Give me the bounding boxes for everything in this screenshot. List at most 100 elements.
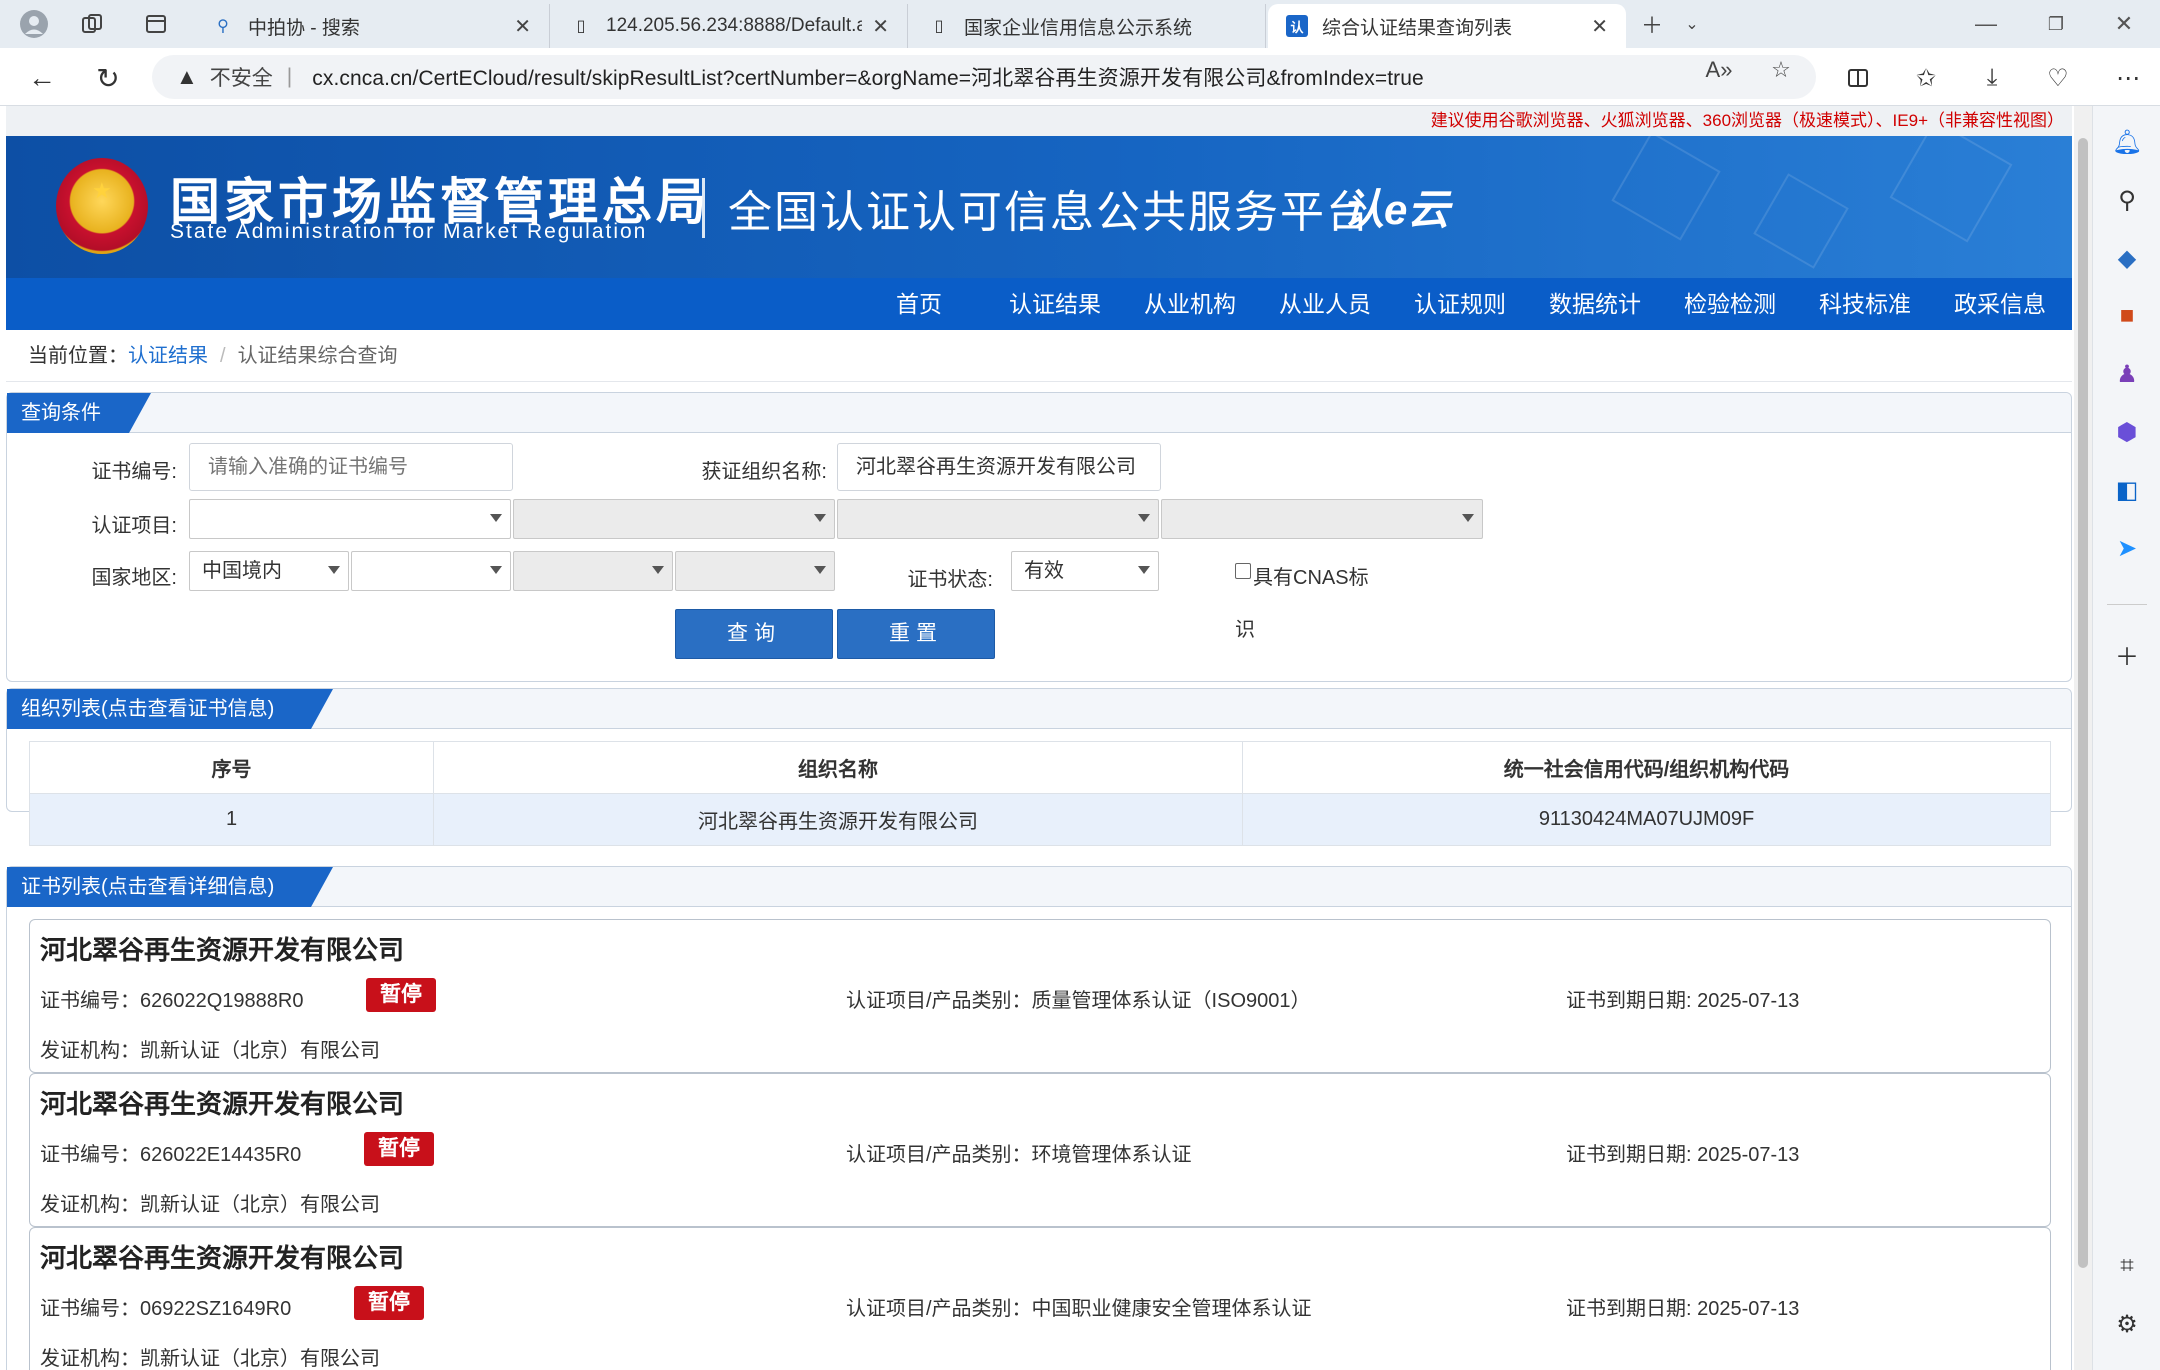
cert-project-label: 认证项目: xyxy=(91,515,177,537)
site-banner: ★ 国家市场监督管理总局 State Administration for Ma… xyxy=(6,136,2072,278)
cert-expiry: 证书到期日期: 2025-07-13 xyxy=(1566,1298,1800,1320)
nav-agencies[interactable]: 从业机构 xyxy=(1135,278,1245,330)
chevron-down-icon xyxy=(652,566,664,574)
sidebar-divider xyxy=(2107,604,2147,605)
add-icon[interactable]: ＋ xyxy=(2109,636,2145,672)
cert-card[interactable]: 河北翠谷再生资源开发有限公司 证书编号：06922SZ1649R0 暂停 认证项… xyxy=(29,1227,2051,1370)
cert-project: 认证项目/产品类别：质量管理体系认证（ISO9001） xyxy=(846,990,1311,1012)
screenshot-icon[interactable]: ⌗ xyxy=(2109,1248,2145,1284)
region-select-country[interactable]: 中国境内 xyxy=(189,551,349,591)
reset-button[interactable]: 重置 xyxy=(837,609,995,659)
read-aloud-icon[interactable]: A» xyxy=(1704,55,1734,85)
insecure-label: 不安全 xyxy=(209,67,273,90)
project-select-4[interactable] xyxy=(1161,499,1483,539)
banner-divider xyxy=(702,178,705,238)
games-icon[interactable]: ♟ xyxy=(2109,356,2145,392)
decor-hex xyxy=(1753,173,1849,269)
cert-list-title: 证书列表(点击查看详细信息) xyxy=(7,867,333,907)
settings-gear-icon[interactable]: ⚙ xyxy=(2109,1306,2145,1342)
nav-statistics[interactable]: 数据统计 xyxy=(1540,278,1650,330)
cert-issuer: 发证机构：凯新认证（北京）有限公司 xyxy=(40,1348,380,1370)
cert-number: 证书编号：626022E14435R0 xyxy=(40,1144,302,1166)
query-panel-header: 查询条件 xyxy=(7,393,2071,433)
tab-search[interactable]: ⚲ 中拍协 - 搜索 ✕ xyxy=(194,4,550,48)
breadcrumb-link[interactable]: 认证结果 xyxy=(128,345,208,367)
org-name-input[interactable]: 河北翠谷再生资源开发有限公司 xyxy=(837,443,1161,491)
cnas-checkbox[interactable] xyxy=(1235,563,1251,579)
agency-name-en: State Administration for Market Regulati… xyxy=(170,220,648,243)
profile-avatar-icon[interactable] xyxy=(18,8,50,40)
workspaces-icon[interactable] xyxy=(76,8,108,40)
status-badge: 暂停 xyxy=(364,1132,434,1166)
page-icon: ▯ xyxy=(934,18,944,35)
chevron-down-icon xyxy=(490,566,502,574)
tools-icon[interactable]: ■ xyxy=(2109,298,2145,334)
search-button[interactable]: 查询 xyxy=(675,609,833,659)
favorites-icon[interactable]: ✩ xyxy=(1906,58,1946,98)
bell-icon[interactable]: 🔔︎ xyxy=(2109,124,2145,160)
edge-sidebar: 🔔︎ ⚲ ◆ ■ ♟ ⬢ ◧ ➤ ＋ ⌗ ⚙ xyxy=(2092,106,2160,1370)
minimize-icon[interactable]: — xyxy=(1956,6,2016,42)
nav-home[interactable]: 首页 xyxy=(864,278,974,330)
project-select-2[interactable] xyxy=(513,499,835,539)
cert-no-input[interactable] xyxy=(189,443,513,491)
download-icon[interactable]: ⤓ xyxy=(1972,58,2012,98)
refresh-icon[interactable]: ↻ xyxy=(88,58,128,98)
browser-essentials-icon[interactable]: ♡ xyxy=(2038,58,2078,98)
row-index: 1 xyxy=(29,793,434,846)
browser-tab-bar: ⚲ 中拍协 - 搜索 ✕ ▯ 124.205.56.234:8888/Defau… xyxy=(0,0,2160,48)
cert-card[interactable]: 河北翠谷再生资源开发有限公司 证书编号：626022Q19888R0 暂停 认证… xyxy=(29,919,2051,1073)
split-screen-icon[interactable] xyxy=(1838,58,1878,98)
main-nav: 首页 认证结果 从业机构 从业人员 认证规则 数据统计 检验检测 科技标准 政采… xyxy=(6,278,2072,330)
close-icon[interactable]: ✕ xyxy=(1591,14,1608,39)
cert-org-name: 河北翠谷再生资源开发有限公司 xyxy=(40,935,405,965)
decor-hex xyxy=(1611,136,1721,241)
nav-cert-results[interactable]: 认证结果 xyxy=(1000,278,1110,330)
cert-org-name: 河北翠谷再生资源开发有限公司 xyxy=(40,1089,405,1119)
region-select-province[interactable] xyxy=(351,551,511,591)
org-name-label: 获证组织名称: xyxy=(701,461,827,483)
tab-enterprise-credit[interactable]: ▯ 国家企业信用信息公示系统 xyxy=(910,4,1266,48)
tag-icon[interactable]: ◆ xyxy=(2109,240,2145,276)
restore-icon[interactable]: ❐ xyxy=(2026,6,2086,42)
window-close-icon[interactable]: ✕ xyxy=(2094,6,2154,42)
search-icon[interactable]: ⚲ xyxy=(2109,182,2145,218)
favorite-star-icon[interactable]: ☆ xyxy=(1766,55,1796,85)
tab-actions-icon[interactable] xyxy=(140,8,172,40)
nav-rules[interactable]: 认证规则 xyxy=(1405,278,1515,330)
table-row[interactable]: 1 河北翠谷再生资源开发有限公司 91130424MA07UJM09F xyxy=(29,793,2051,846)
url-omnibox[interactable]: ▲ 不安全 | cx.cnca.cn/CertECloud/result/ski… xyxy=(152,55,1816,99)
cert-status-select[interactable]: 有效 xyxy=(1011,551,1159,591)
nav-standards[interactable]: 科技标准 xyxy=(1810,278,1920,330)
close-icon[interactable]: ✕ xyxy=(872,14,889,39)
more-menu-icon[interactable]: ⋯ xyxy=(2108,58,2148,98)
org-list-header: 组织列表(点击查看证书信息) xyxy=(7,689,2071,729)
cert-project: 认证项目/产品类别：环境管理体系认证 xyxy=(846,1144,1192,1166)
row-org-name[interactable]: 河北翠谷再生资源开发有限公司 xyxy=(433,793,1243,846)
tab-default-aspx[interactable]: ▯ 124.205.56.234:8888/Default.aspx ✕ xyxy=(552,4,908,48)
nav-personnel[interactable]: 从业人员 xyxy=(1270,278,1380,330)
page-scrollbar[interactable] xyxy=(2074,106,2092,1370)
tab-list-chevron-icon[interactable]: ⌄ xyxy=(1676,8,1708,40)
status-badge: 暂停 xyxy=(366,978,436,1012)
nav-inspection[interactable]: 检验检测 xyxy=(1675,278,1785,330)
col-credit-code: 统一社会信用代码/组织机构代码 xyxy=(1242,741,2051,794)
back-icon[interactable]: ← xyxy=(22,58,62,98)
region-select-district[interactable] xyxy=(675,551,835,591)
url-text[interactable]: cx.cnca.cn/CertECloud/result/skipResultL… xyxy=(312,62,1424,92)
cert-expiry: 证书到期日期: 2025-07-13 xyxy=(1566,1144,1800,1166)
nav-procurement[interactable]: 政采信息 xyxy=(1945,278,2055,330)
cert-expiry: 证书到期日期: 2025-07-13 xyxy=(1566,990,1800,1012)
project-select-1[interactable] xyxy=(189,499,511,539)
scrollbar-thumb[interactable] xyxy=(2078,138,2088,1268)
close-icon[interactable]: ✕ xyxy=(514,14,531,39)
cert-card[interactable]: 河北翠谷再生资源开发有限公司 证书编号：626022E14435R0 暂停 认证… xyxy=(29,1073,2051,1227)
new-tab-icon[interactable]: ＋ xyxy=(1636,8,1668,40)
cert-number: 证书编号：06922SZ1649R0 xyxy=(40,1298,292,1320)
tab-cert-query-list[interactable]: 认 综合认证结果查询列表 ✕ xyxy=(1268,4,1626,48)
project-select-3[interactable] xyxy=(837,499,1159,539)
send-icon[interactable]: ➤ xyxy=(2109,530,2145,566)
region-select-city[interactable] xyxy=(513,551,673,591)
copilot-icon[interactable]: ⬢ xyxy=(2109,414,2145,450)
outlook-icon[interactable]: ◧ xyxy=(2109,472,2145,508)
